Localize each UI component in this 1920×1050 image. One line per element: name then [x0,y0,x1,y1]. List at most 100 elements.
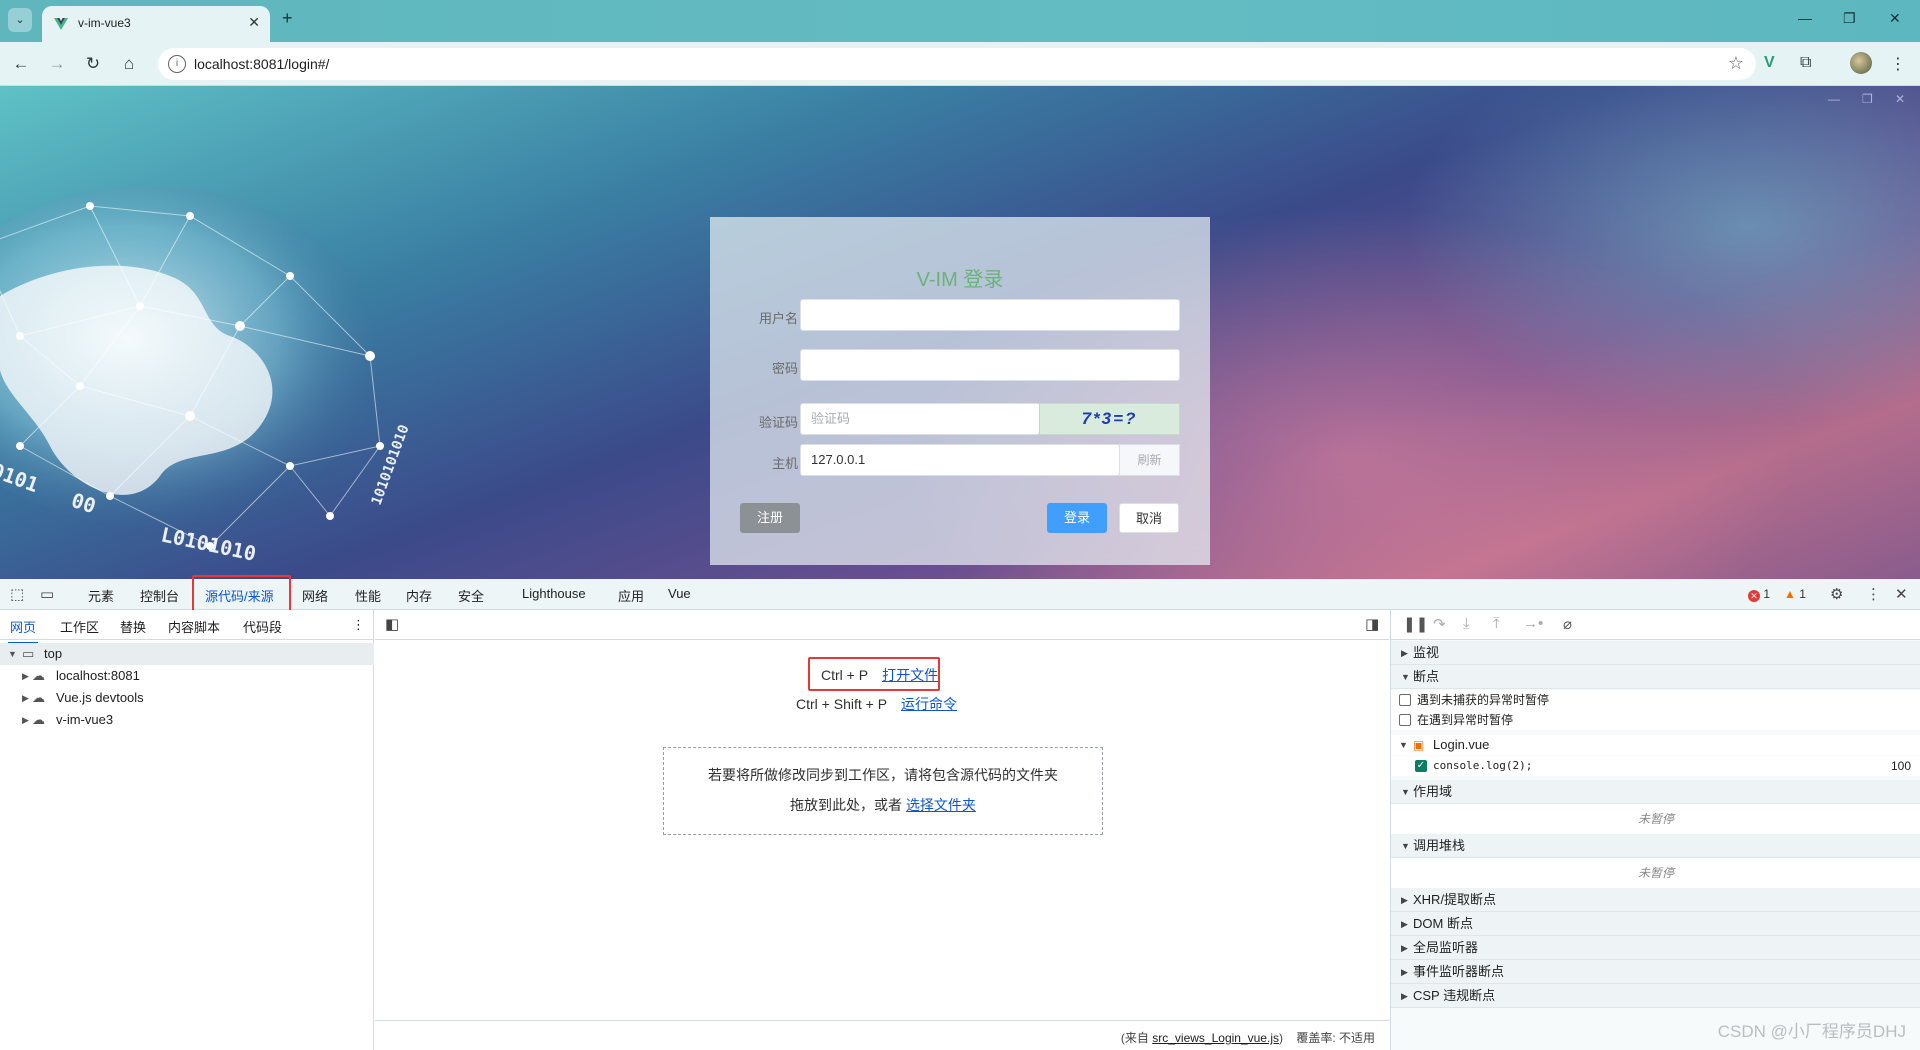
step-over-icon[interactable]: ↷ [1433,615,1446,633]
browser-menu-icon[interactable]: ⋮ [1890,54,1906,74]
profile-avatar[interactable] [1850,52,1872,74]
window-close-icon[interactable]: ✕ [1889,10,1901,27]
username-input[interactable] [800,299,1180,331]
cloud-icon: ☁ [32,690,45,705]
nav-tab-page[interactable]: 网页 [7,617,39,644]
page-viewport: 0101 00 L0101010 1010101010 — ❐ ✕ V-IM 登… [0,86,1920,579]
collapsed-arrow-icon: ▶ [1401,967,1408,977]
login-button[interactable]: 登录 [1047,503,1107,533]
nav-tab-workspace[interactable]: 工作区 [60,617,99,636]
register-button[interactable]: 注册 [740,503,800,533]
home-icon[interactable]: ⌂ [118,54,140,74]
section-csp-breakpoints[interactable]: ▶ CSP 违规断点 [1391,984,1920,1008]
collapsed-arrow-icon: ▶ [22,693,29,703]
step-out-icon[interactable]: ⤒ [1493,615,1500,632]
tree-item-top[interactable]: ▼ ▭ top [0,643,374,665]
address-bar[interactable]: i localhost:8081/login#/ ☆ [158,48,1756,80]
section-global-listeners[interactable]: ▶ 全局监听器 [1391,936,1920,960]
section-event-listener-breakpoints[interactable]: ▶ 事件监听器断点 [1391,960,1920,984]
breakpoint-checkbox[interactable]: ✓ [1415,760,1427,772]
tab-performance[interactable]: 性能 [355,586,381,605]
section-callstack[interactable]: ▼ 调用堆栈 [1391,834,1920,858]
deactivate-breakpoints-icon[interactable]: ⌀ [1563,615,1572,633]
section-scope[interactable]: ▼ 作用域 [1391,780,1920,804]
tab-vue[interactable]: Vue [668,586,691,601]
nav-tab-snippets[interactable]: 代码段 [243,617,282,636]
inspect-element-icon[interactable]: ⬚ [10,585,24,603]
section-xhr-breakpoints[interactable]: ▶ XHR/提取断点 [1391,888,1920,912]
breakpoint-file-row[interactable]: ▼ ▣ Login.vue [1391,735,1920,755]
section-watch[interactable]: ▶ 监视 [1391,641,1920,665]
extensions-puzzle-icon[interactable]: ⧉ [1800,54,1811,72]
tree-label-localhost: localhost:8081 [56,668,140,683]
tree-item-vue-devtools[interactable]: ▶ ☁ Vue.js devtools [0,687,374,709]
host-input[interactable]: 127.0.0.1 [800,444,1120,476]
pause-icon[interactable]: ❚❚ [1403,615,1428,633]
page-minimize-icon[interactable]: — [1828,92,1840,106]
pause-uncaught-checkbox[interactable] [1399,694,1411,706]
devtools-close-icon[interactable]: ✕ [1895,585,1908,603]
navigator-more-icon[interactable]: ⋮ [352,617,365,633]
tab-lighthouse[interactable]: Lighthouse [522,586,586,601]
tab-security[interactable]: 安全 [458,586,484,605]
back-icon[interactable]: ← [10,54,32,74]
page-restore-icon[interactable]: ❐ [1862,92,1873,106]
section-scope-label: 作用域 [1413,784,1453,799]
tab-close-icon[interactable]: ✕ [248,14,260,31]
vue-favicon-icon [54,18,68,30]
dropzone-text-prefix: 拖放到此处，或者 [790,797,903,813]
source-file-link[interactable]: src_views_Login_vue.js [1152,1031,1279,1045]
tree-item-localhost[interactable]: ▶ ☁ localhost:8081 [0,665,374,687]
tab-application[interactable]: 应用 [618,586,644,605]
pause-uncaught-label: 遇到未捕获的异常时暂停 [1417,693,1550,707]
captcha-input[interactable]: 验证码 [800,403,1040,435]
collapsed-arrow-icon: ▶ [1401,991,1408,1001]
tab-memory[interactable]: 内存 [406,586,432,605]
step-into-icon[interactable]: ⤓ [1463,615,1470,632]
section-breakpoints[interactable]: ▼ 断点 [1391,665,1920,689]
captcha-image[interactable]: 7*3=? [1039,403,1180,435]
workspace-dropzone[interactable]: 若要将所做修改同步到工作区，请将包含源代码的文件夹 拖放到此处，或者 选择文件夹 [663,747,1103,835]
select-folder-link[interactable]: 选择文件夹 [906,797,976,813]
error-count-badge[interactable]: ✕ 1 [1748,587,1770,602]
device-toolbar-icon[interactable]: ▭ [40,585,54,603]
page-close-icon[interactable]: ✕ [1895,92,1905,106]
tab-console[interactable]: 控制台 [140,586,179,605]
step-icon[interactable]: →• [1523,615,1543,632]
callstack-not-paused-text: 未暂停 [1637,866,1674,880]
breakpoint-entry[interactable]: ✓ console.log(2); 100 [1391,756,1920,776]
expanded-arrow-icon: ▼ [1401,787,1410,797]
address-url[interactable]: localhost:8081/login#/ [194,56,329,72]
tab-elements[interactable]: 元素 [88,586,114,605]
settings-gear-icon[interactable]: ⚙ [1830,585,1843,603]
vue-devtools-extension-icon[interactable]: V [1764,54,1775,72]
run-command-link[interactable]: 运行命令 [901,696,957,712]
tab-network[interactable]: 网络 [302,586,328,605]
tree-item-v-im-vue3[interactable]: ▶ ☁ v-im-vue3 [0,709,374,731]
refresh-button[interactable]: 刷新 [1119,444,1180,476]
toggle-debugger-icon[interactable]: ◨ [1365,615,1379,633]
nav-tab-overrides[interactable]: 替换 [120,617,146,636]
cloud-icon: ☁ [32,668,45,683]
csdn-watermark: CSDN @小厂程序员DHJ [1717,1022,1906,1041]
tab-search-button[interactable]: ⌄ [8,8,32,32]
cancel-button[interactable]: 取消 [1119,503,1179,533]
new-tab-button[interactable]: + [282,8,293,29]
warning-count-badge[interactable]: ▲ 1 [1784,587,1806,601]
reload-icon[interactable]: ↻ [82,54,104,74]
password-input[interactable] [800,349,1180,381]
minimize-icon[interactable]: — [1798,10,1812,26]
open-file-link[interactable]: 打开文件 [882,667,938,683]
browser-tab-active[interactable]: v-im-vue3 ✕ [42,6,270,42]
bookmark-star-icon[interactable]: ☆ [1728,53,1744,74]
forward-icon[interactable]: → [46,54,68,74]
shortcut-keys: Ctrl + P [821,667,869,683]
site-info-icon[interactable]: i [168,55,186,73]
nav-tab-content-scripts[interactable]: 内容脚本 [168,617,220,636]
toggle-navigator-icon[interactable]: ◧ [385,615,399,633]
pause-caught-checkbox[interactable] [1399,714,1411,726]
devtools-menu-icon[interactable]: ⋮ [1866,585,1881,603]
section-dom-breakpoints[interactable]: ▶ DOM 断点 [1391,912,1920,936]
section-watch-label: 监视 [1413,645,1440,660]
restore-icon[interactable]: ❐ [1843,10,1856,27]
